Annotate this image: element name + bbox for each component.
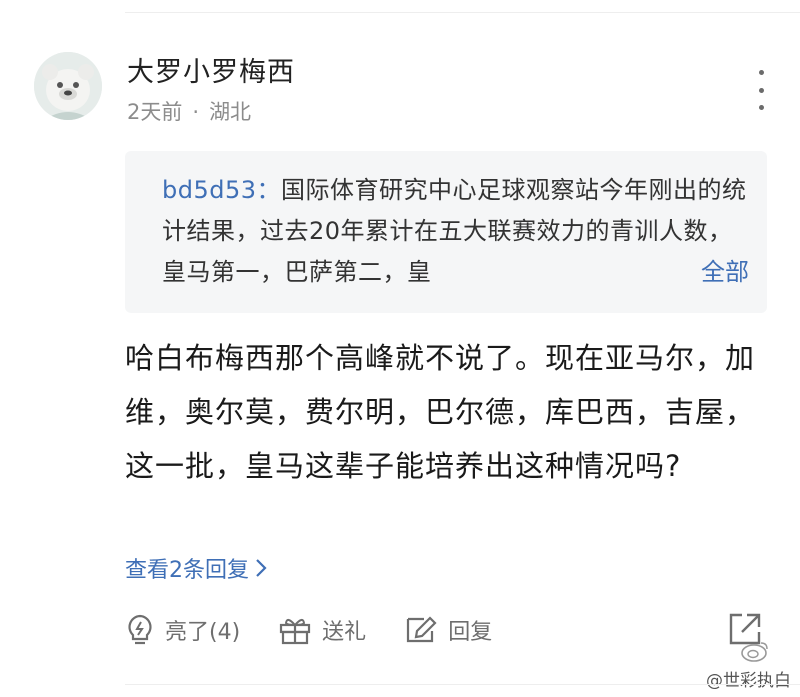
avatar-icon	[34, 52, 102, 120]
lightbulb-icon	[128, 614, 152, 645]
quote-author[interactable]: bd5d53：	[162, 176, 281, 204]
meta-separator: ·	[192, 100, 200, 124]
gift-icon	[280, 619, 311, 645]
more-dot-icon	[758, 87, 764, 93]
location: 湖北	[209, 100, 252, 124]
weibo-logo-icon	[741, 642, 768, 662]
more-dot-icon	[758, 105, 764, 110]
comment-body: 哈白布梅西那个高峰就不说了。现在亚马尔，加维，奥尔莫，费尔明，巴尔德，库巴西，吉…	[125, 341, 756, 483]
gift-button[interactable]: 送礼	[278, 614, 366, 646]
avatar[interactable]	[34, 52, 102, 120]
comment-actions: 亮了(4) 送礼 回复	[125, 608, 530, 652]
quoted-comment[interactable]: bd5d53：国际体育研究中心足球观察站今年刚出的统计结果，过去20年累计在五大…	[125, 151, 767, 313]
reply-label: 回复	[448, 620, 493, 645]
more-dot-icon	[758, 70, 764, 75]
comment-meta: 2天前 · 湖北	[127, 96, 251, 126]
username[interactable]: 大罗小罗梅西	[127, 50, 295, 89]
gift-label: 送礼	[322, 620, 367, 645]
bottom-divider	[125, 684, 800, 685]
like-button[interactable]: 亮了(4)	[125, 613, 240, 647]
edit-reply-icon	[407, 616, 437, 643]
view-replies-label: 查看2条回复	[125, 558, 249, 583]
chevron-right-icon	[256, 559, 267, 577]
like-label: 亮了(4)	[165, 620, 241, 645]
more-options-button[interactable]	[750, 70, 772, 110]
watermark-text: @世彩执白	[706, 671, 791, 691]
watermark-logo	[740, 640, 770, 662]
reply-button[interactable]: 回复	[404, 614, 492, 646]
quote-expand-link[interactable]: 全部	[657, 252, 749, 293]
view-replies-link[interactable]: 查看2条回复	[125, 552, 267, 584]
top-divider	[125, 12, 800, 13]
timestamp: 2天前	[127, 100, 183, 124]
